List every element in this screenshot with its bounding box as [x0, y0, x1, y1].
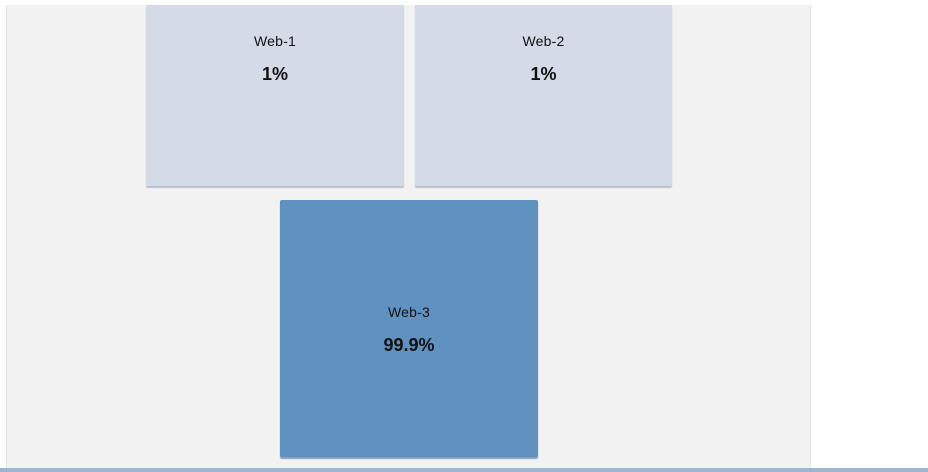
server-tile-web-3[interactable]: Web-3 99.9% [280, 200, 538, 457]
tile-name: Web-1 [254, 33, 296, 49]
tile-value: 1% [530, 64, 557, 84]
tile-name: Web-2 [522, 33, 565, 49]
server-tile-web-2[interactable]: Web-2 1% [415, 5, 672, 186]
tile-name: Web-3 [388, 304, 430, 320]
tiles-panel: Web-1 1% Web-2 1% Web-3 99.9% [6, 5, 811, 468]
server-tile-web-1[interactable]: Web-1 1% [146, 5, 404, 186]
bottom-divider [0, 468, 928, 472]
screen: Web-1 1% Web-2 1% Web-3 99.9% [0, 0, 928, 472]
tile-value: 99.9% [383, 335, 435, 355]
tile-value: 1% [261, 64, 288, 84]
